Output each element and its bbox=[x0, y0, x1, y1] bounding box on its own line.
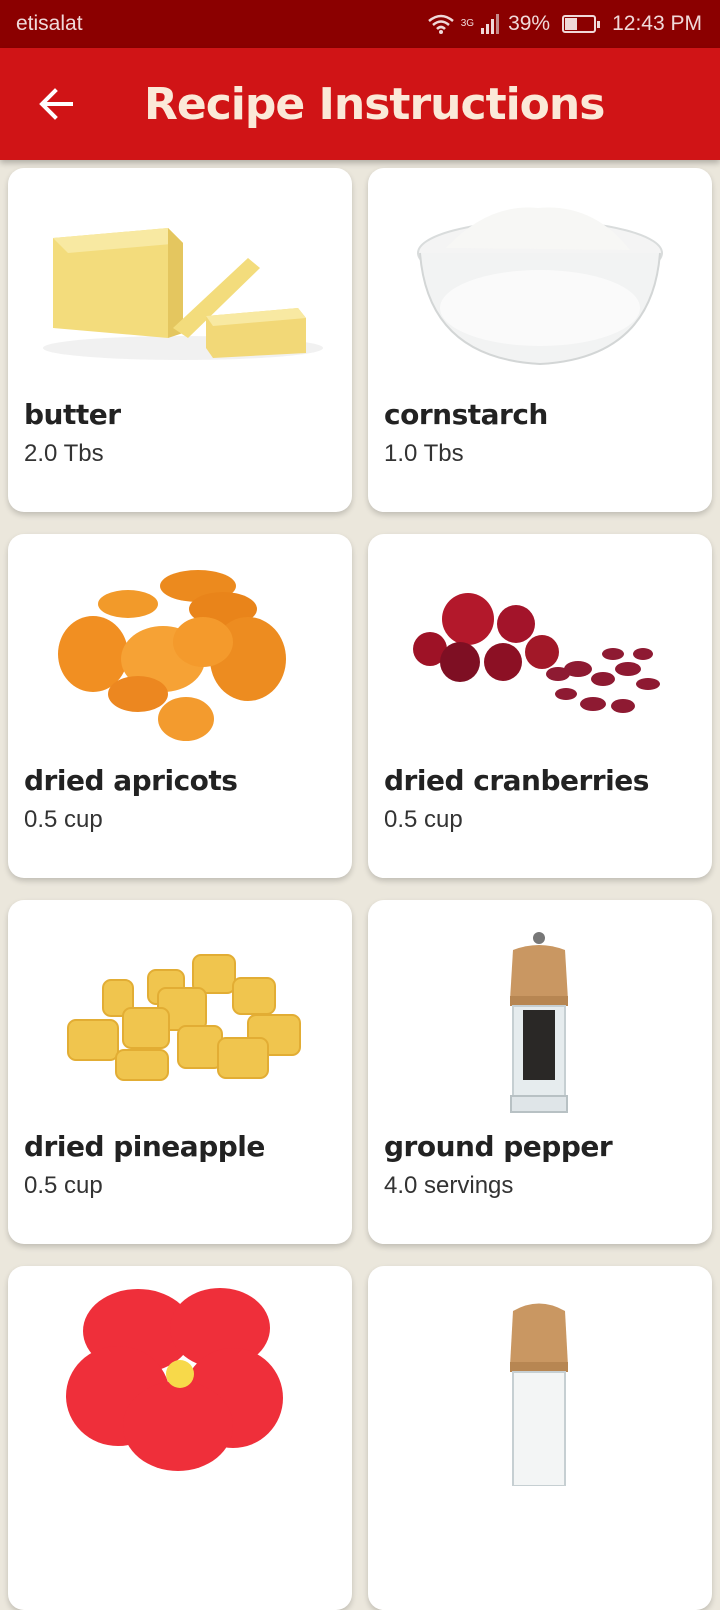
page-title: Recipe Instructions bbox=[144, 78, 605, 130]
status-bar: etisalat 3G 39% 12:43 PM bbox=[0, 0, 720, 48]
salt-grinder-image bbox=[510, 1303, 568, 1486]
wifi-icon bbox=[427, 14, 454, 34]
ingredient-name: ground pepper bbox=[384, 1130, 613, 1163]
network-type: 3G bbox=[460, 18, 475, 29]
ingredient-name: cornstarch bbox=[384, 398, 548, 431]
ingredient-quantity: 1.0 Tbs bbox=[384, 440, 464, 467]
pineapple-image bbox=[67, 954, 301, 1081]
ingredient-card[interactable]: cornstarch 1.0 Tbs bbox=[368, 168, 712, 512]
battery-icon bbox=[562, 15, 601, 33]
ingredient-name: dried cranberries bbox=[384, 764, 649, 797]
cranberries-image bbox=[413, 593, 660, 713]
ingredient-grid: butter 2.0 Tbs cornstarch 1.0 Tbs dried … bbox=[8, 168, 712, 1610]
ingredient-name: dried pineapple bbox=[24, 1130, 265, 1163]
ingredient-card[interactable]: dried cranberries 0.5 cup bbox=[368, 534, 712, 878]
battery-percent: 39% bbox=[508, 12, 551, 35]
status-icons: 3G 39% 12:43 PM bbox=[427, 12, 702, 36]
ingredient-card[interactable]: ground pepper 4.0 servings bbox=[368, 900, 712, 1244]
cornstarch-image bbox=[417, 207, 663, 366]
ingredient-name: dried apricots bbox=[24, 764, 238, 797]
signal-icon bbox=[481, 14, 500, 34]
ingredient-card[interactable]: dried pineapple 0.5 cup bbox=[8, 900, 352, 1244]
ingredient-name: butter bbox=[24, 398, 121, 431]
pepper-grinder-image bbox=[510, 932, 568, 1113]
ingredient-quantity: 4.0 servings bbox=[384, 1172, 514, 1199]
ingredient-card[interactable]: butter 2.0 Tbs bbox=[8, 168, 352, 512]
apricots-image bbox=[58, 570, 286, 741]
ingredient-quantity: 0.5 cup bbox=[24, 806, 103, 833]
ingredient-card[interactable]: dried apricots 0.5 cup bbox=[8, 534, 352, 878]
app-bar: Recipe Instructions bbox=[0, 48, 720, 160]
butter-image bbox=[43, 228, 323, 360]
back-arrow-icon bbox=[39, 88, 73, 120]
hibiscus-image bbox=[66, 1288, 283, 1471]
clock: 12:43 PM bbox=[612, 12, 702, 35]
ingredient-card[interactable] bbox=[8, 1266, 352, 1610]
carrier-label: etisalat bbox=[16, 12, 83, 35]
ingredient-quantity: 0.5 cup bbox=[24, 1172, 103, 1199]
back-button[interactable] bbox=[26, 74, 86, 134]
ingredient-quantity: 0.5 cup bbox=[384, 806, 463, 833]
ingredient-quantity: 2.0 Tbs bbox=[24, 440, 104, 467]
ingredient-card[interactable] bbox=[368, 1266, 712, 1610]
